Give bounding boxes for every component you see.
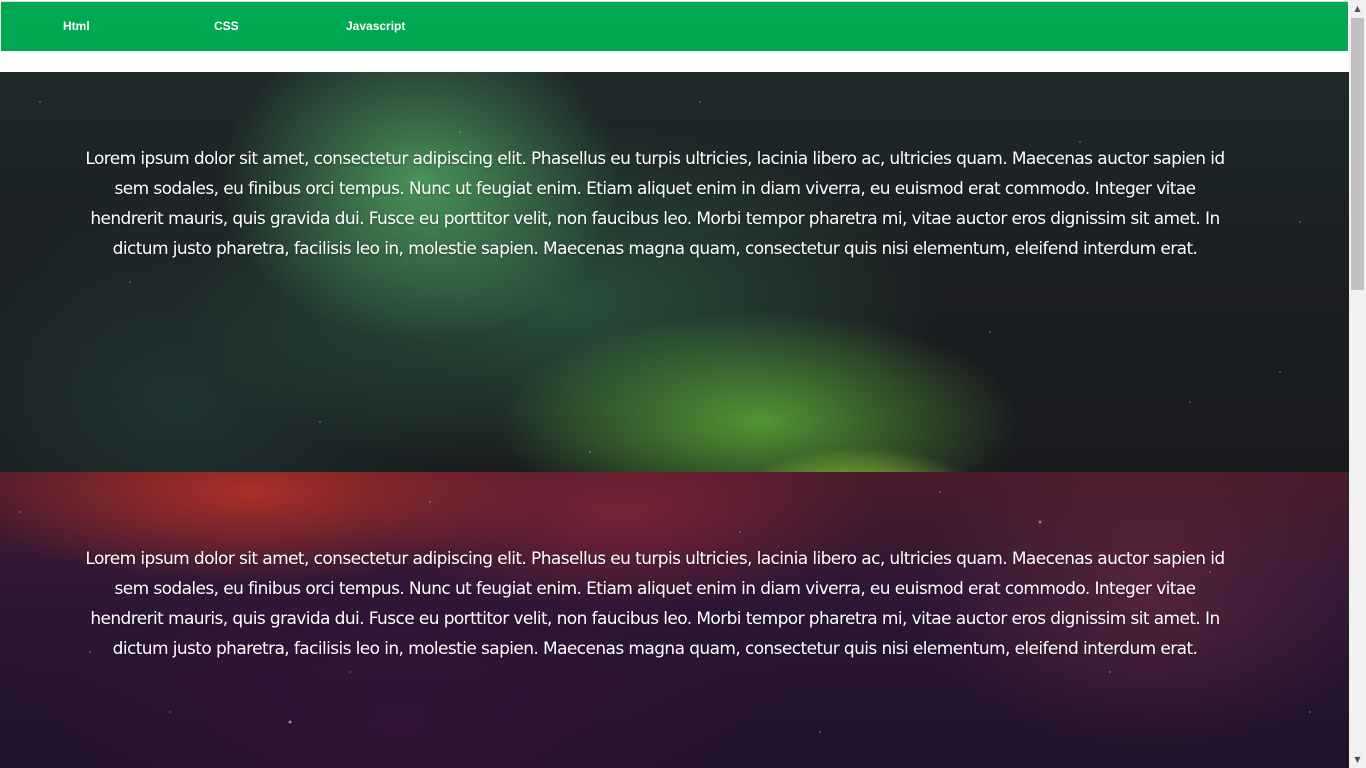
page: Html CSS Javascript Lorem ipsum dolor si… (0, 0, 1349, 768)
nebula-section-text: Lorem ipsum dolor sit amet, consectetur … (85, 549, 1225, 659)
top-navbar: Html CSS Javascript (1, 1, 1348, 51)
scroll-down-arrow-icon[interactable]: ▼ (1349, 751, 1366, 768)
aurora-section: Lorem ipsum dolor sit amet, consectetur … (0, 72, 1349, 472)
aurora-starfield (0, 72, 1349, 472)
nav-link-javascript[interactable]: Javascript (346, 19, 405, 33)
nav-link-html[interactable]: Html (63, 19, 90, 33)
aurora-section-text: Lorem ipsum dolor sit amet, consectetur … (85, 149, 1225, 259)
vertical-scrollbar[interactable]: ▲ ▼ (1349, 0, 1366, 768)
nav-link-css[interactable]: CSS (214, 19, 239, 33)
nebula-section: Lorem ipsum dolor sit amet, consectetur … (0, 472, 1349, 768)
scroll-up-arrow-icon[interactable]: ▲ (1349, 0, 1366, 17)
scrollbar-thumb[interactable] (1351, 18, 1364, 290)
